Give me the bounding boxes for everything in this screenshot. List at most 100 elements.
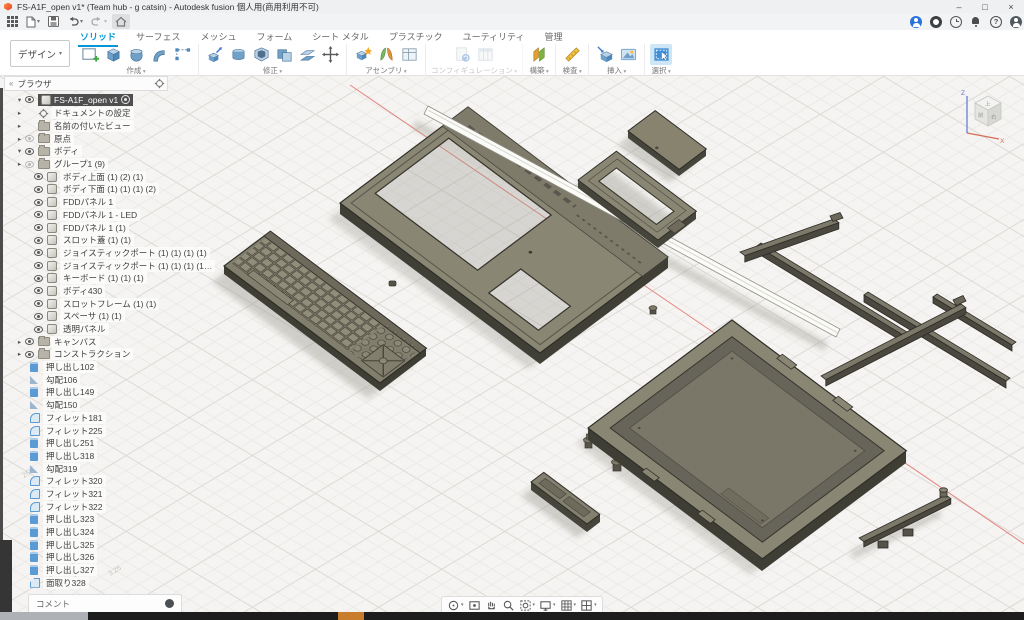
avatar[interactable] [1010, 16, 1022, 28]
extensions-icon[interactable] [930, 16, 942, 28]
shell-icon[interactable] [250, 44, 272, 65]
tree-item[interactable]: フィレット321 [4, 488, 168, 501]
comment-bar[interactable]: コメント [28, 594, 182, 613]
orbit-icon[interactable]: ▾ [447, 599, 464, 612]
tree-item[interactable]: 押し出し323 [4, 513, 168, 526]
tree-item[interactable]: フィレット181 [4, 412, 168, 425]
visibility-eye-icon[interactable] [34, 326, 43, 333]
expand-icon[interactable]: ▾ [14, 96, 25, 104]
tree-item[interactable]: ▸ キャンバス [4, 335, 168, 348]
tree-item[interactable]: 押し出し327 [4, 564, 168, 577]
save-icon[interactable] [45, 14, 62, 29]
viewports-icon[interactable]: ▾ [580, 599, 597, 612]
help-icon[interactable]: ? [990, 16, 1002, 28]
visibility-eye-icon[interactable] [25, 351, 34, 358]
history-icon[interactable] [950, 16, 962, 28]
tree-item[interactable]: ▸ コンストラクション [4, 348, 168, 361]
group-label-assembly[interactable]: アセンブリ [365, 65, 406, 76]
visibility-eye-icon[interactable] [34, 262, 43, 269]
tree-item[interactable]: 勾配150 [4, 399, 168, 412]
viewcube-right-label[interactable]: 右 [991, 113, 997, 121]
workspace-selector[interactable]: デザイン▾ [10, 40, 70, 67]
undo-icon[interactable]: ▾ [64, 14, 86, 29]
visibility-eye-icon[interactable] [34, 186, 43, 193]
tree-item[interactable]: ▸ ドキュメントの設定 [4, 107, 168, 120]
tree-item[interactable]: ボディ上面 (1) (2) (1) [4, 170, 168, 183]
canvas-image-icon[interactable] [617, 44, 639, 65]
sketch-icon[interactable] [79, 44, 101, 65]
visibility-eye-icon[interactable] [34, 199, 43, 206]
activate-component-icon[interactable] [121, 95, 130, 104]
visibility-eye-icon[interactable] [34, 173, 43, 180]
tree-root-row[interactable]: ▾ FS-A1F_open v1 [4, 93, 168, 106]
insert-mesh-icon[interactable] [594, 44, 616, 65]
browser-header[interactable]: « ブラウザ [4, 76, 168, 91]
extrude-icon[interactable] [102, 44, 124, 65]
offset-face-icon[interactable] [296, 44, 318, 65]
group-label-construct[interactable]: 構築 [529, 65, 548, 76]
expand-icon[interactable]: ▸ [14, 109, 25, 117]
group-label-select[interactable]: 選択 [651, 65, 670, 76]
tree-item[interactable]: 押し出し251 [4, 437, 168, 450]
profile-icon[interactable] [910, 16, 922, 28]
select-icon[interactable] [650, 44, 672, 65]
tree-item[interactable]: ボディ下面 (1) (1) (1) (2) [4, 183, 168, 196]
visibility-eye-icon[interactable] [34, 224, 43, 231]
visibility-eye-icon[interactable] [34, 313, 43, 320]
tree-item[interactable]: キーボード (1) (1) (1) [4, 272, 168, 285]
tree-item[interactable]: 押し出し149 [4, 386, 168, 399]
minimize-button[interactable]: – [946, 2, 972, 12]
visibility-eye-icon[interactable] [25, 135, 34, 142]
fit-icon[interactable]: ▾ [519, 599, 536, 612]
measure-icon[interactable] [561, 44, 583, 65]
visibility-eye-icon[interactable] [34, 249, 43, 256]
tree-item[interactable]: フィレット322 [4, 500, 168, 513]
viewcube-front-label[interactable]: 前 [978, 111, 984, 119]
expand-icon[interactable]: ▾ [14, 147, 25, 155]
visibility-eye-icon[interactable] [25, 161, 34, 168]
tree-item[interactable]: ▸ 名前の付いたビュー [4, 120, 168, 133]
expand-icon[interactable]: ▸ [14, 338, 25, 346]
tree-item[interactable]: ▸ 原点 [4, 132, 168, 145]
joint-icon[interactable] [375, 44, 397, 65]
tree-item[interactable]: ボディ430 [4, 285, 168, 298]
tree-item[interactable]: スロット蓋 (1) (1) [4, 234, 168, 247]
expand-icon[interactable]: ▸ [14, 135, 25, 143]
sweep-icon[interactable] [148, 44, 170, 65]
tree-item[interactable]: 面取り328 [4, 576, 168, 589]
tree-item[interactable]: フィレット320 [4, 475, 168, 488]
expand-icon[interactable]: ▸ [14, 160, 25, 168]
visibility-eye-icon[interactable] [25, 96, 34, 103]
app-grid-icon[interactable] [4, 14, 21, 29]
viewcube-top-label[interactable]: 上 [985, 100, 991, 108]
fillet-icon[interactable] [227, 44, 249, 65]
visibility-eye-icon[interactable] [25, 338, 34, 345]
browser-gear-icon[interactable] [156, 80, 163, 87]
new-component-icon[interactable] [352, 44, 374, 65]
grid-settings-icon[interactable]: ▾ [560, 599, 577, 612]
tree-item[interactable]: 押し出し102 [4, 361, 168, 374]
as-built-joint-icon[interactable] [398, 44, 420, 65]
tree-item[interactable]: 勾配106 [4, 373, 168, 386]
pan-icon[interactable] [485, 599, 498, 612]
group-label-inspect[interactable]: 検査 [562, 65, 581, 76]
group-label-insert[interactable]: 挿入 [607, 65, 626, 76]
tree-item[interactable]: FDDパネル 1 [4, 196, 168, 209]
tree-item[interactable]: 押し出し324 [4, 526, 168, 539]
visibility-eye-icon[interactable] [34, 211, 43, 218]
tree-item[interactable]: スロットフレーム (1) (1) [4, 297, 168, 310]
tree-item[interactable]: フィレット225 [4, 424, 168, 437]
maximize-button[interactable]: □ [972, 2, 998, 12]
display-settings-icon[interactable]: ▾ [539, 599, 556, 612]
expand-icon[interactable]: ▸ [14, 350, 25, 358]
group-label-create[interactable]: 作成 [126, 65, 145, 76]
notifications-icon[interactable] [970, 16, 982, 28]
group-label-modify[interactable]: 修正 [263, 65, 282, 76]
combine-icon[interactable] [273, 44, 295, 65]
move-icon[interactable] [319, 44, 341, 65]
visibility-eye-icon[interactable] [25, 148, 34, 155]
tree-item[interactable]: 押し出し326 [4, 551, 168, 564]
tree-item[interactable]: 押し出し318 [4, 450, 168, 463]
tree-item[interactable]: FDDパネル 1 - LED [4, 209, 168, 222]
tree-item[interactable]: スペーサ (1) (1) [4, 310, 168, 323]
